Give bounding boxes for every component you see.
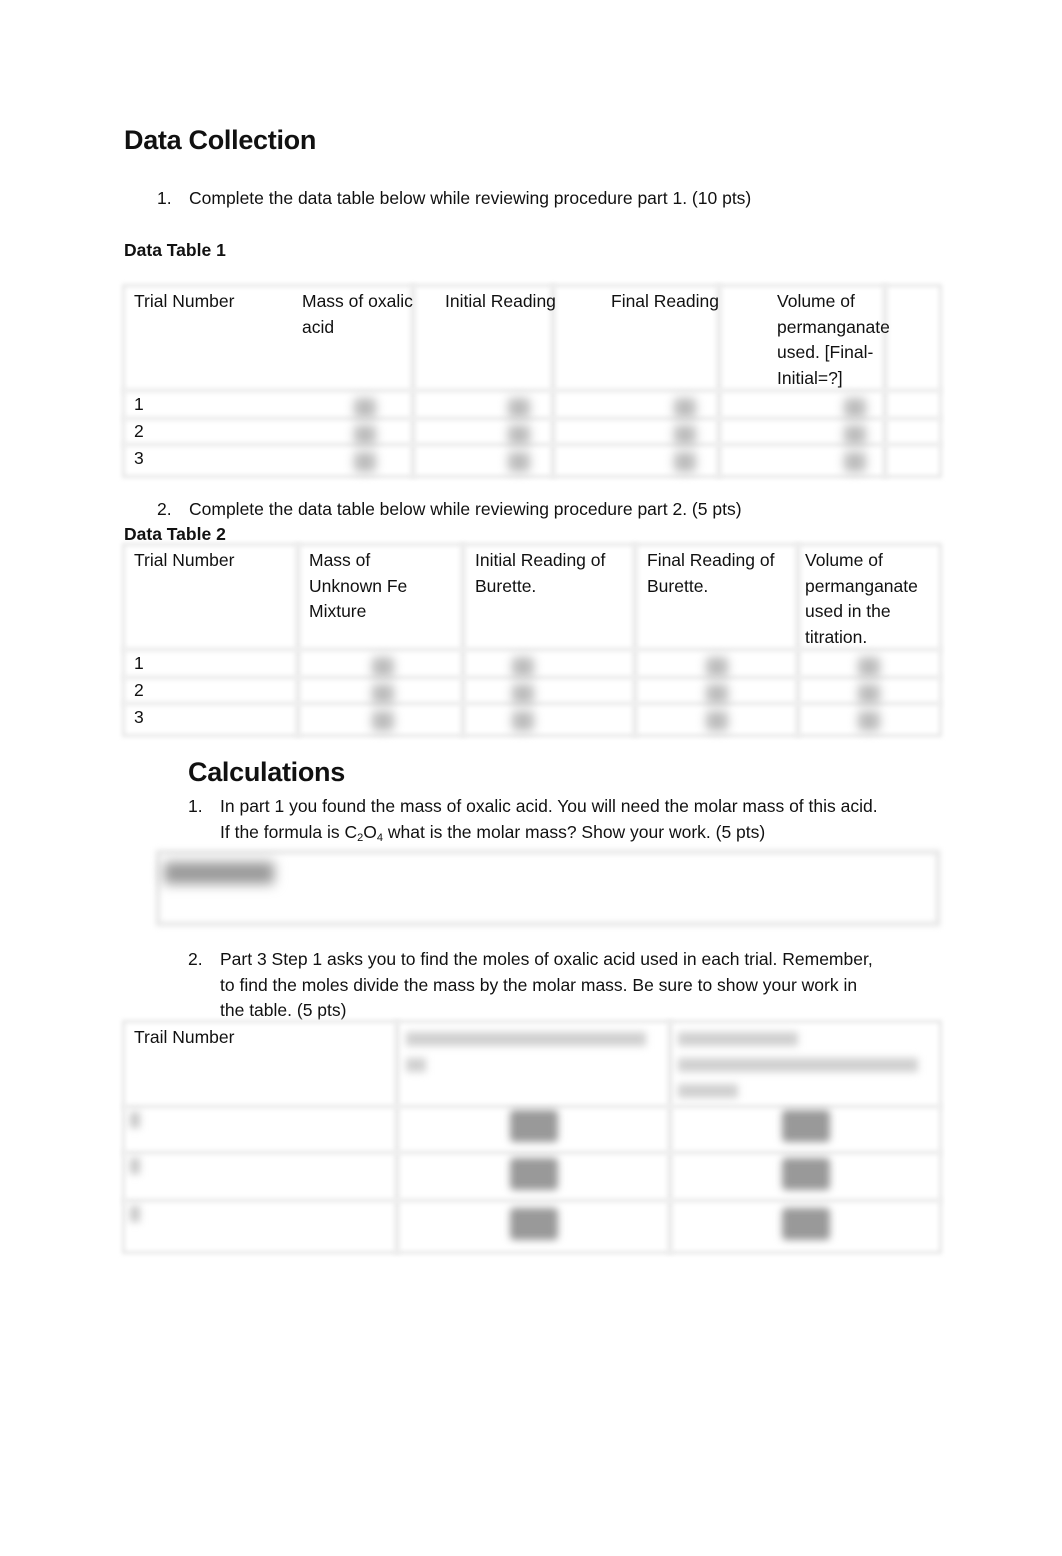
table-1-row-3: 3 — [134, 448, 144, 468]
table-2-header-trial-number: Trial Number — [134, 550, 235, 570]
blurred-value — [510, 1208, 558, 1240]
table-2-row-3: 3 — [134, 707, 144, 727]
blurred-row-label — [130, 1158, 140, 1174]
question-number: 2. — [157, 499, 172, 519]
table-2-row-1: 1 — [134, 653, 144, 673]
data-table-1: Trial Number Mass of oxalic acid Initial… — [122, 284, 942, 478]
question-1: 1. Complete the data table below while re… — [157, 186, 751, 212]
blurred-value — [372, 684, 394, 704]
blurred-value — [706, 711, 728, 731]
blurred-header — [406, 1058, 426, 1072]
table-2-header-volume: Volume of permanganate used in the titra… — [805, 550, 918, 647]
blurred-value — [372, 711, 394, 731]
blurred-value — [858, 657, 880, 677]
blurred-value — [706, 684, 728, 704]
blurred-value — [354, 398, 376, 418]
blurred-value — [844, 398, 866, 418]
blurred-value — [512, 711, 534, 731]
blurred-value — [844, 425, 866, 445]
question-text-line-2: to find the moles divide the mass by the… — [220, 974, 858, 995]
question-text: Complete the data table below while revi… — [189, 499, 742, 519]
table-1-row-2: 2 — [134, 421, 144, 441]
blurred-value — [372, 657, 394, 677]
formula-o: O — [363, 821, 377, 842]
answer-box-molar-mass[interactable] — [156, 850, 940, 926]
blurred-value — [510, 1110, 558, 1142]
blurred-value — [674, 452, 696, 472]
blurred-header — [678, 1032, 798, 1046]
question-text-line-2-pre: If the formula is C — [220, 821, 358, 842]
blurred-header — [406, 1032, 646, 1046]
blurred-value — [782, 1110, 830, 1142]
table-1-header-mass: Mass of oxalic acid — [302, 291, 413, 337]
blurred-row-label — [130, 1206, 140, 1222]
blurred-row-label — [130, 1112, 140, 1128]
table-3-header-trail-number: Trail Number — [134, 1027, 235, 1047]
table-2-header-initial: Initial Reading of Burette. — [475, 550, 606, 596]
blurred-value — [782, 1158, 830, 1190]
calc-question-2: 2. Part 3 Step 1 asks you to find the mol… — [188, 947, 948, 1024]
blurred-header — [678, 1084, 738, 1098]
blurred-value — [512, 684, 534, 704]
blurred-value — [512, 657, 534, 677]
blurred-value — [354, 425, 376, 445]
blurred-answer — [164, 862, 274, 884]
question-text-line-2-post: what is the molar mass? Show your work. … — [383, 821, 766, 842]
question-number: 2. — [188, 949, 203, 969]
table-2-row-2: 2 — [134, 680, 144, 700]
table-1-header-initial: Initial Reading — [445, 291, 556, 311]
question-text-line-1: In part 1 you found the mass of oxalic a… — [220, 796, 878, 816]
moles-table: Trail Number — [122, 1020, 942, 1254]
table-1-header-trial-number: Trial Number — [134, 291, 235, 311]
question-2: 2. Complete the data table below while re… — [157, 497, 742, 523]
question-number: 1. — [157, 188, 172, 208]
blurred-value — [510, 1158, 558, 1190]
blurred-value — [508, 398, 530, 418]
question-number: 1. — [188, 796, 203, 816]
table-1-header-volume: Volume of permanganate used. [Final-Init… — [777, 291, 890, 388]
blurred-value — [706, 657, 728, 677]
question-text-line-1: Part 3 Step 1 asks you to find the moles… — [220, 949, 873, 969]
table-2-header-mass: Mass of Unknown Fe Mixture — [309, 550, 408, 621]
data-table-2: Trial Number Mass of Unknown Fe Mixture … — [122, 543, 942, 737]
table-1-title: Data Table 1 — [124, 240, 226, 260]
table-1-row-1: 1 — [134, 394, 144, 414]
question-text: Complete the data table below while revi… — [189, 188, 752, 208]
blurred-value — [858, 711, 880, 731]
section-title-data-collection: Data Collection — [124, 125, 317, 155]
blurred-value — [674, 398, 696, 418]
blurred-value — [844, 452, 866, 472]
blurred-header — [678, 1058, 918, 1072]
table-1-header-final: Final Reading — [611, 291, 719, 311]
table-2-header-final: Final Reading of Burette. — [647, 550, 775, 596]
question-text-line-3: the table. (5 pts) — [220, 1000, 347, 1020]
blurred-value — [354, 452, 376, 472]
blurred-value — [858, 684, 880, 704]
calc-question-1: 1. In part 1 you found the mass of oxalic… — [188, 794, 948, 851]
blurred-value — [508, 425, 530, 445]
blurred-value — [508, 452, 530, 472]
blurred-value — [674, 425, 696, 445]
section-title-calculations: Calculations — [188, 757, 345, 787]
blurred-value — [782, 1208, 830, 1240]
